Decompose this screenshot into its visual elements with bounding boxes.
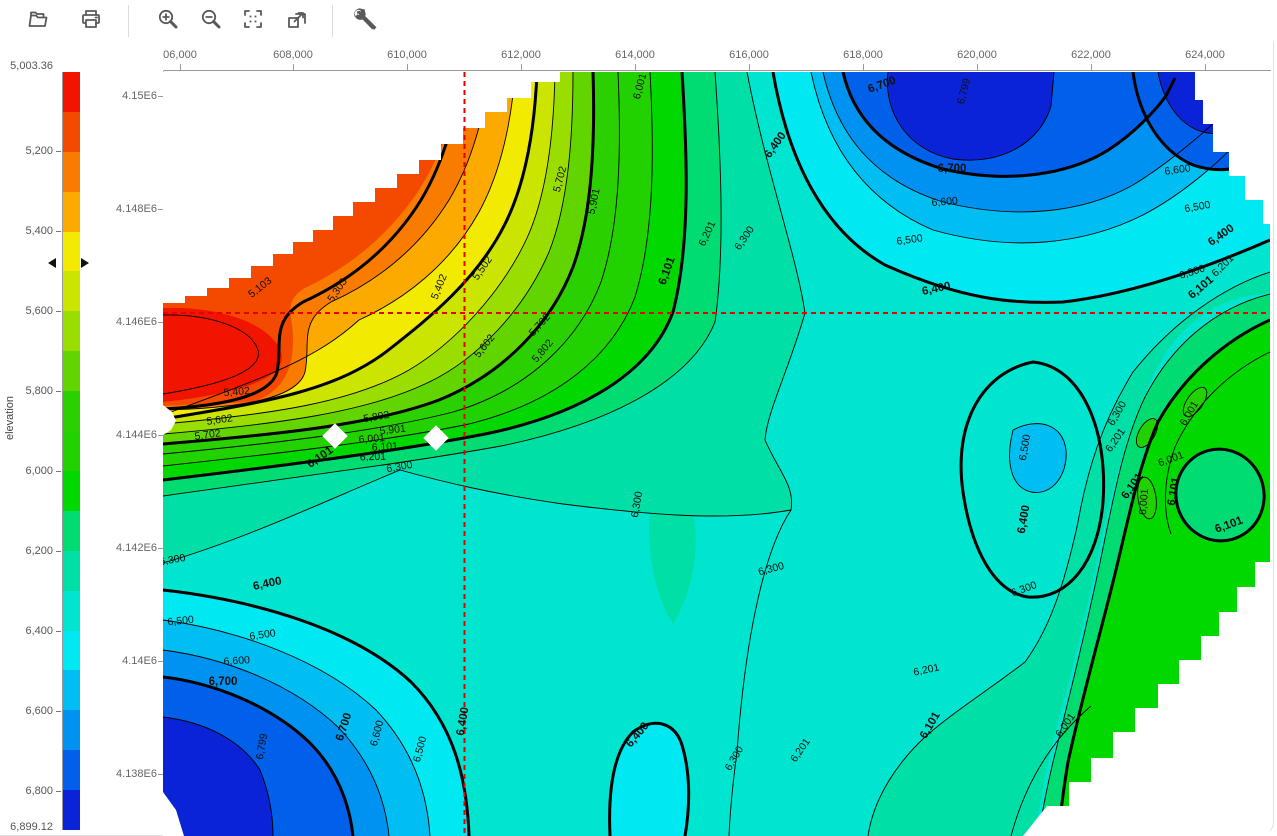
y-axis-tick-label: 4.144E6: [105, 429, 157, 441]
colorbar-tick-label: 6,600: [5, 705, 53, 717]
colorbar-tick-mark: [56, 711, 61, 712]
colorbar-segment: [63, 72, 80, 112]
colorbar-segment: [63, 391, 80, 431]
contour-map[interactable]: 5,1035,3035,4025,5025,4025,6025,7025,602…: [163, 72, 1270, 836]
colorbar-tick-label: 5,800: [5, 385, 53, 397]
contour-label-6001: 6,001: [1137, 488, 1151, 515]
colorbar-segment: [63, 790, 80, 830]
colorbar-range-marker-right-arrow[interactable]: [48, 258, 56, 268]
colorbar-segment: [63, 112, 80, 152]
colorbar-min-label: 6,899.12: [5, 821, 53, 833]
colorbar-tick-mark: [56, 471, 61, 472]
x-axis-tick-label: 622,000: [1071, 49, 1111, 61]
colorbar-segment: [63, 271, 80, 311]
colorbar-max-label: 5,003.36: [5, 60, 53, 72]
x-axis-tick-mark: [407, 64, 408, 70]
settings-button[interactable]: [349, 6, 381, 36]
x-axis-tick-mark: [293, 64, 294, 70]
colorbar-segment: [63, 551, 80, 591]
colorbar-segment: [63, 591, 80, 631]
colorbar-segment: [63, 631, 80, 671]
x-axis-tick-label: 612,000: [501, 49, 541, 61]
contour-label-6700: 6,700: [209, 676, 238, 688]
colorbar-title: elevation: [4, 396, 16, 440]
colorbar-tick-label: 5,200: [5, 145, 53, 157]
colorbar-tick-mark: [56, 551, 61, 552]
colorbar-segment: [63, 192, 80, 232]
colorbar-segment: [63, 152, 80, 192]
y-axis-tick-label: 4.14E6: [105, 655, 157, 667]
x-axis-tick-label: 624,000: [1185, 49, 1225, 61]
colorbar-tick-mark: [56, 391, 61, 392]
colorbar-segment: [63, 311, 80, 351]
colorbar-tick-mark: [56, 311, 61, 312]
colorbar-segment: [63, 471, 80, 511]
printer-icon: [79, 7, 103, 36]
colorbar-segment: [63, 750, 80, 790]
app-window: 06,000 608,000 610,000 612,000 614,000 616,00…: [0, 0, 1277, 836]
x-axis-tick-mark: [180, 64, 181, 70]
toolbar: [0, 0, 1277, 42]
colorbar-tick-mark: [56, 151, 61, 152]
y-axis-tick-label: 4.15E6: [105, 90, 157, 102]
zoom-in-button[interactable]: [152, 6, 184, 36]
x-axis-tick-mark: [635, 64, 636, 70]
x-axis-tick-label: 620,000: [957, 49, 997, 61]
x-axis-tick-label: 06,000: [163, 49, 197, 61]
print-button[interactable]: [75, 6, 107, 36]
colorbar-tick-mark: [56, 631, 61, 632]
colorbar-tick-label: 6,200: [5, 545, 53, 557]
y-axis-tick-label: 4.148E6: [105, 203, 157, 215]
x-axis-tick-mark: [1205, 64, 1206, 70]
x-axis-tick-mark: [977, 64, 978, 70]
colorbar-segment: [63, 232, 80, 272]
colorbar-tick-label: 5,600: [5, 305, 53, 317]
export-icon: [285, 7, 309, 36]
zoom-out-icon: [199, 7, 223, 36]
contour-label-6600: 6,600: [223, 654, 250, 668]
colorbar-tick-label: 6,000: [5, 465, 53, 477]
zoom-in-icon: [156, 7, 180, 36]
x-axis-tick-label: 608,000: [273, 49, 313, 61]
contour-label-6201: 6,201: [360, 451, 387, 464]
y-axis-tick-label: 4.146E6: [105, 316, 157, 328]
x-axis-tick-label: 616,000: [729, 49, 769, 61]
colorbar-segment: [63, 351, 80, 391]
y-axis-tick-label: 4.138E6: [105, 768, 157, 780]
colorbar-tick-label: 6,800: [5, 785, 53, 797]
colorbar-segment: [63, 710, 80, 750]
x-axis-tick-label: 614,000: [615, 49, 655, 61]
colorbar-segment: [63, 431, 80, 471]
fit-extents-icon: [241, 7, 265, 36]
colorbar-tick-label: 6,400: [5, 625, 53, 637]
toolbar-separator: [128, 5, 129, 37]
zoom-out-button[interactable]: [195, 6, 227, 36]
colorbar-tick-mark: [56, 791, 61, 792]
contour-label-6700: 6,700: [938, 163, 967, 175]
x-axis-tick-mark: [1091, 64, 1092, 70]
x-axis-tick-mark: [749, 64, 750, 70]
export-view-button[interactable]: [281, 6, 313, 36]
toolbar-separator: [332, 5, 333, 37]
zoom-fit-button[interactable]: [237, 6, 269, 36]
colorbar-segment: [63, 670, 80, 710]
y-axis-tick-label: 4.142E6: [105, 542, 157, 554]
colorbar-tick-mark: [56, 231, 61, 232]
colorbar-segment: [63, 511, 80, 551]
x-axis-tick-mark: [863, 64, 864, 70]
folder-open-icon: [26, 7, 50, 36]
colorbar-range-marker-left-arrow[interactable]: [81, 258, 89, 268]
open-file-button[interactable]: [22, 6, 54, 36]
wrench-icon: [352, 6, 378, 37]
contour-label-6600: 6,600: [931, 195, 958, 209]
x-axis-line: [163, 70, 1271, 71]
x-axis-tick-mark: [521, 64, 522, 70]
contour-label-5402: 5,402: [223, 385, 250, 399]
colorbar[interactable]: [62, 72, 80, 830]
x-axis-tick-label: 610,000: [387, 49, 427, 61]
x-axis-tick-label: 618,000: [843, 49, 883, 61]
colorbar-tick-label: 5,400: [5, 225, 53, 237]
